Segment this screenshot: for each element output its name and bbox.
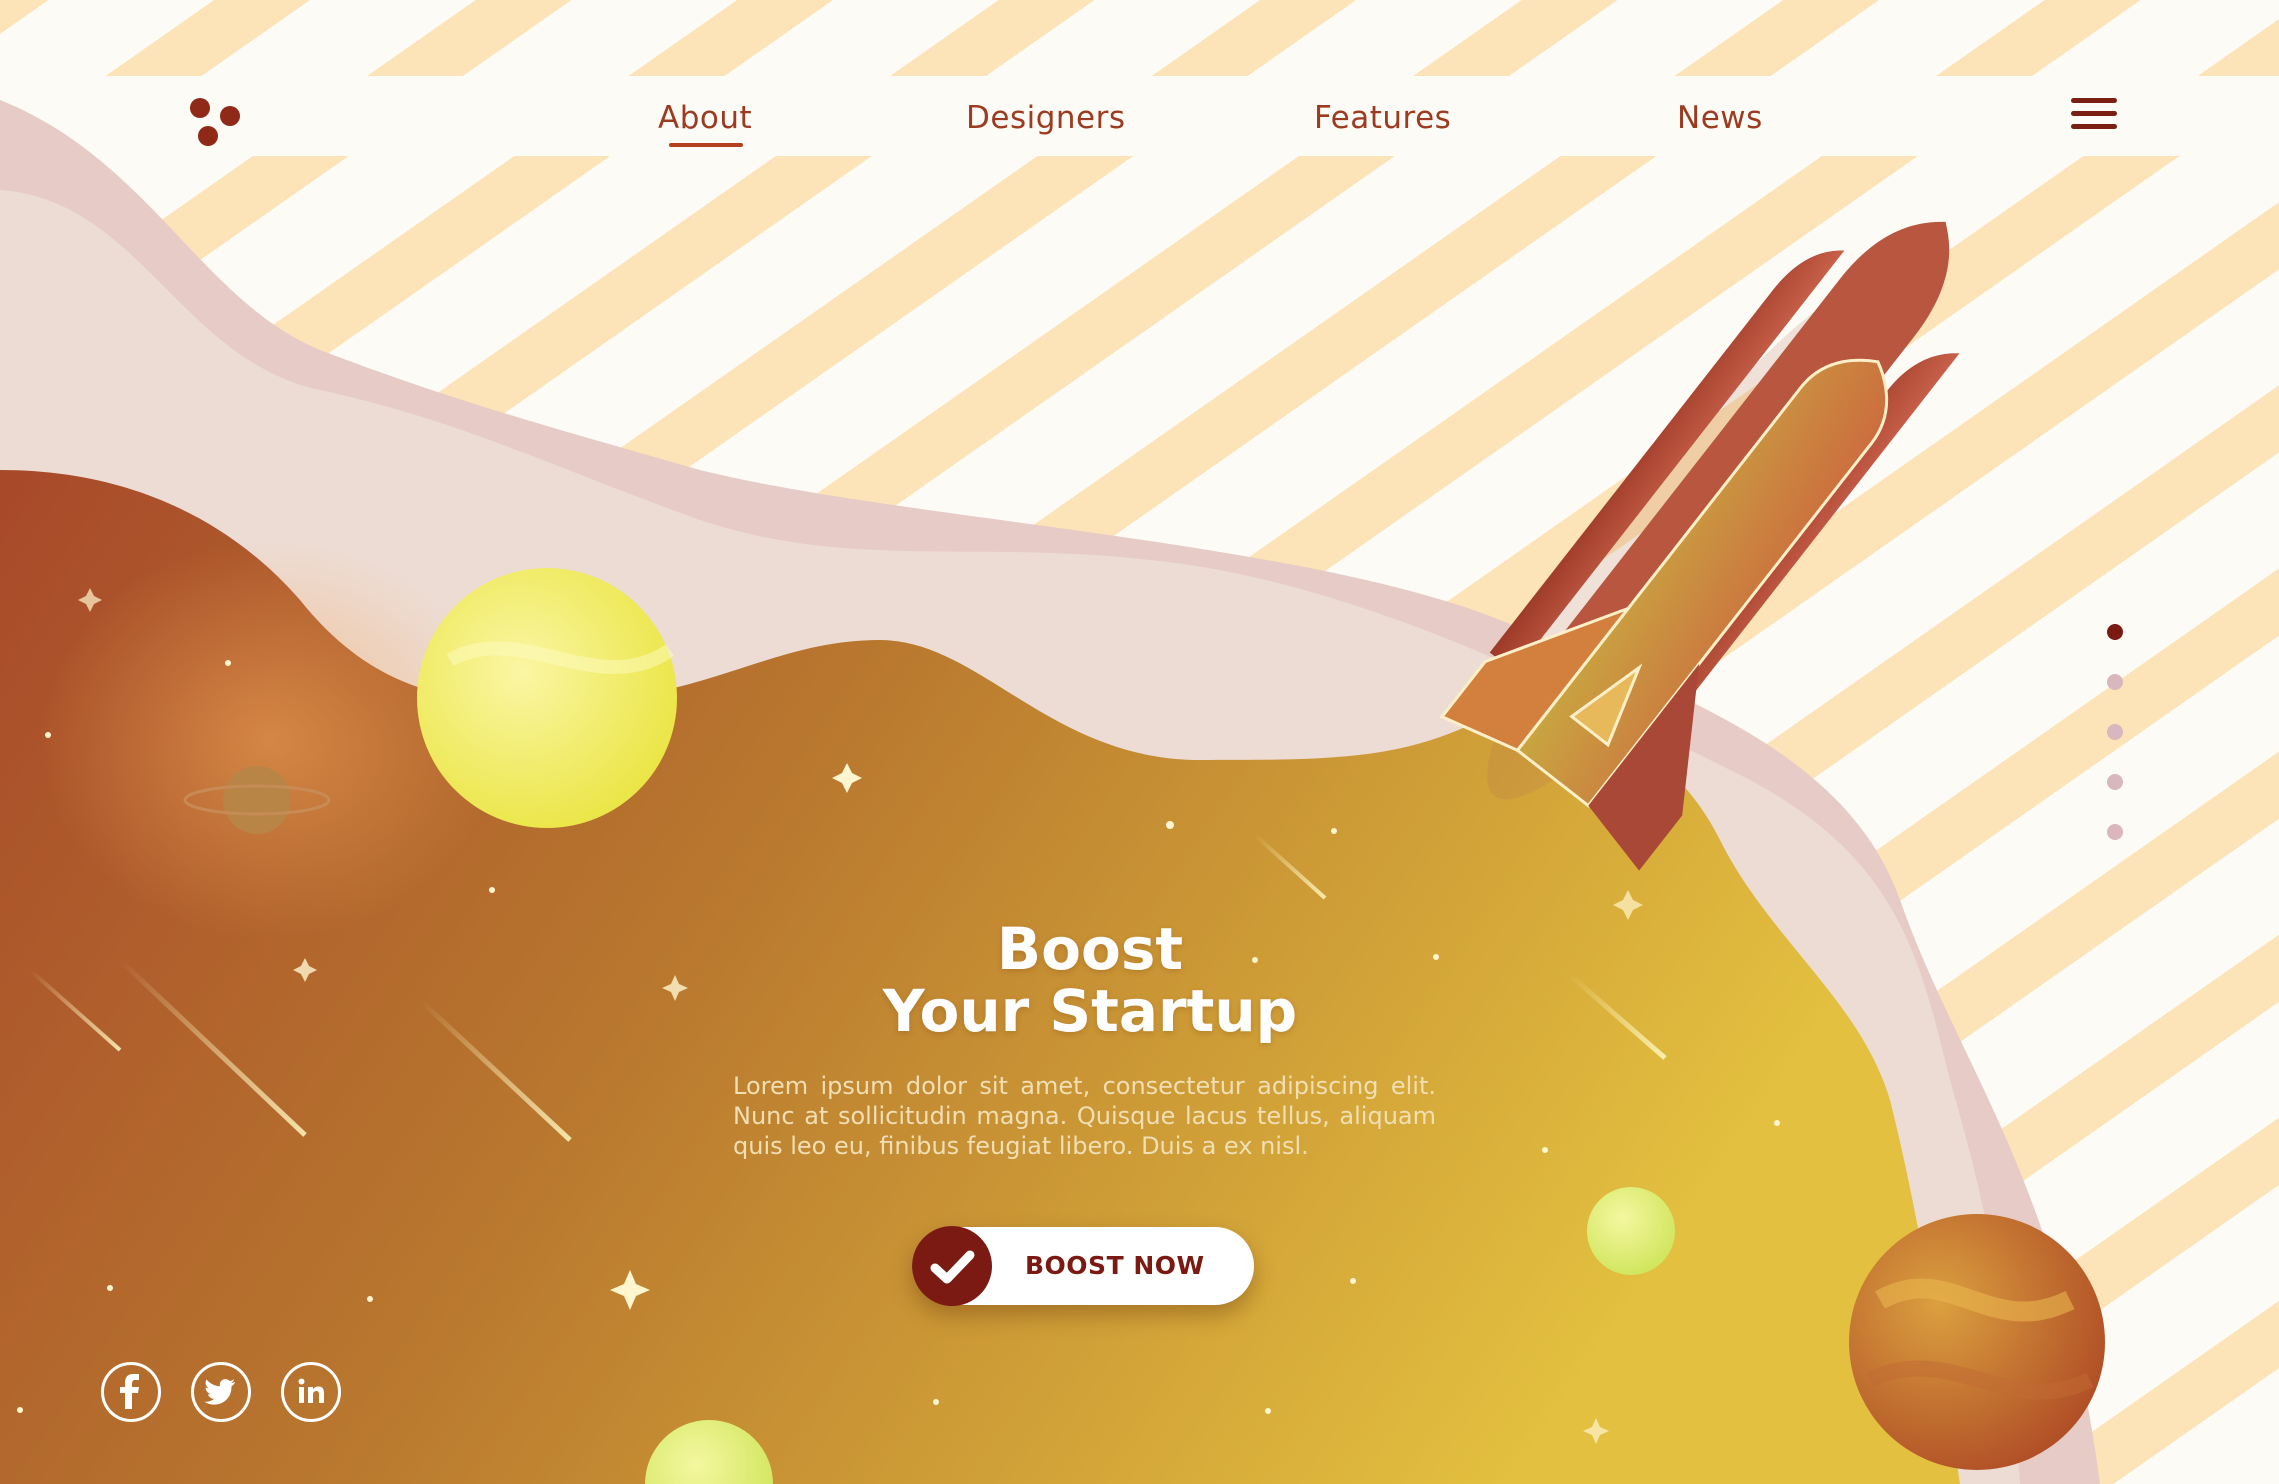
- page-dot-1[interactable]: [2107, 624, 2123, 640]
- nav-active-underline: [669, 143, 743, 147]
- hero-title: Boost Your Startup: [790, 918, 1390, 1042]
- hamburger-menu-icon[interactable]: [2071, 98, 2117, 132]
- hero-title-line2: Your Startup: [882, 977, 1298, 1045]
- page-dot-3[interactable]: [2107, 724, 2123, 740]
- yellow-planet: [417, 568, 677, 828]
- page-indicator: [2107, 624, 2125, 844]
- page-dot-4[interactable]: [2107, 774, 2123, 790]
- twitter-icon[interactable]: [191, 1362, 251, 1422]
- green-planet: [1587, 1187, 1675, 1275]
- page-dot-2[interactable]: [2107, 674, 2123, 690]
- check-icon: [912, 1226, 992, 1306]
- nav-link-features[interactable]: Features: [1314, 100, 1451, 136]
- ringed-planet: [223, 766, 291, 834]
- boost-now-button[interactable]: BOOST NOW: [912, 1226, 1254, 1306]
- linkedin-icon[interactable]: [281, 1362, 341, 1422]
- three-dots-logo-icon[interactable]: [188, 96, 244, 150]
- orange-planet: [1849, 1214, 2105, 1470]
- page-dot-5[interactable]: [2107, 824, 2123, 840]
- hero-description: Lorem ipsum dolor sit amet, consectetur …: [733, 1072, 1436, 1160]
- nav-link-designers[interactable]: Designers: [966, 100, 1126, 136]
- nav-link-about[interactable]: About: [658, 100, 752, 136]
- facebook-icon[interactable]: [101, 1362, 161, 1422]
- hero-title-line1: Boost: [996, 915, 1184, 983]
- boost-now-label: BOOST NOW: [1025, 1251, 1205, 1280]
- nav-link-news[interactable]: News: [1677, 100, 1763, 136]
